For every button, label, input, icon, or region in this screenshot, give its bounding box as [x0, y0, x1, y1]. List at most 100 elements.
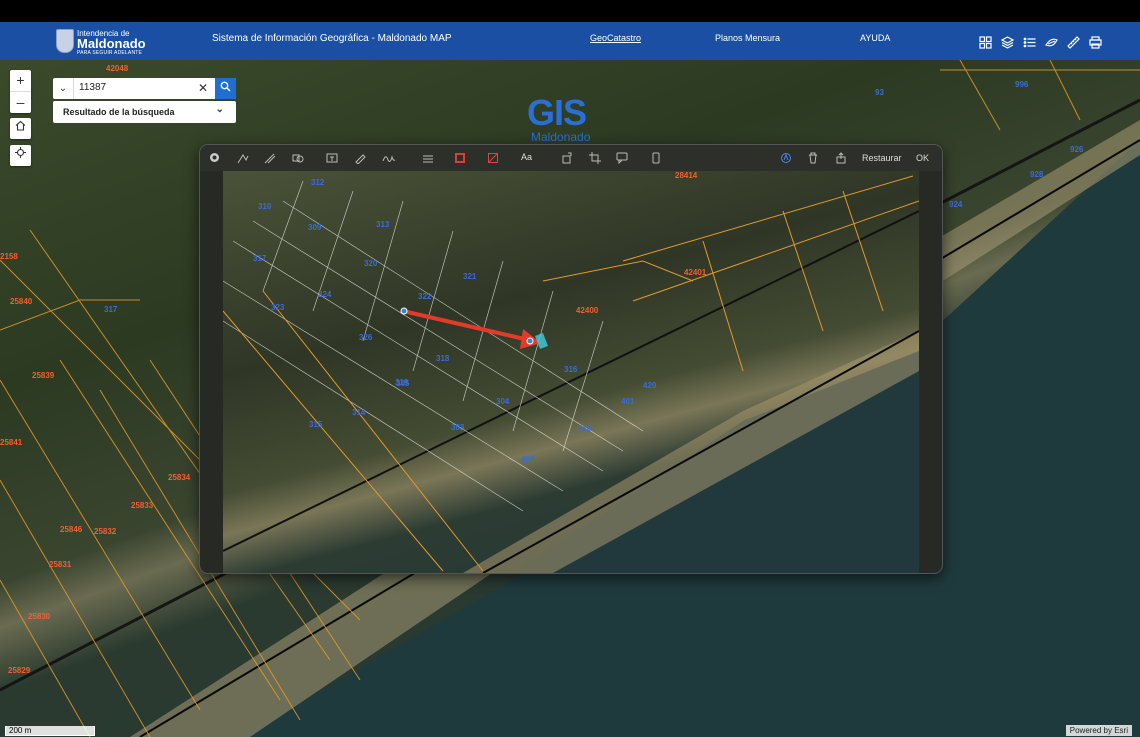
logo-line-2: Maldonado	[77, 36, 146, 51]
parcel-label: 401	[621, 397, 635, 406]
nav-geocatastro[interactable]: GeoCatastro	[590, 33, 641, 43]
search-input[interactable]: 11387	[79, 82, 106, 93]
search-source-dropdown[interactable]: ⌄	[53, 78, 74, 99]
page-title: Sistema de Información Geográfica - Mald…	[212, 33, 452, 44]
search-box: ⌄ 11387 ✕	[53, 78, 236, 99]
parcel-label: 42400	[576, 306, 599, 315]
app-header: Intendencia de Maldonado PARA SEGUIR ADE…	[0, 22, 1140, 60]
shapes-icon[interactable]	[292, 152, 305, 164]
locate-icon	[15, 147, 26, 158]
maldonado-logo[interactable]: Intendencia de Maldonado PARA SEGUIR ADE…	[56, 27, 146, 57]
parcel-label: 322	[418, 292, 432, 301]
parcel-label: 313	[376, 220, 390, 229]
captured-map-image: 42401 42400 28414 312 310 309 313 317 32…	[223, 171, 919, 573]
list-icon[interactable]	[1023, 36, 1038, 49]
logo-line-3: PARA SEGUIR ADELANTE	[77, 50, 143, 56]
locate-button[interactable]	[10, 145, 31, 166]
parcel-label: 420	[643, 381, 657, 390]
parcel-label: 310	[258, 202, 272, 211]
parcel-label: 928	[1030, 170, 1044, 179]
parcel-label: 924	[949, 200, 963, 209]
parcel-label: 25840	[10, 297, 33, 306]
trash-icon[interactable]	[807, 152, 820, 164]
markup-toolbar: Aa Restaurar OK	[200, 145, 942, 171]
draw-icon[interactable]	[264, 152, 277, 164]
search-results-dropdown[interactable]: Resultado de la búsqueda ⌄	[53, 101, 236, 123]
layers-icon[interactable]	[1000, 36, 1016, 49]
parcel-label: 42401	[684, 268, 707, 277]
parcel-label: 303	[451, 423, 465, 432]
parcel-label: 25832	[94, 527, 117, 536]
measure-icon[interactable]	[1067, 36, 1082, 49]
parcel-label: 93	[875, 88, 884, 97]
results-label: Resultado de la búsqueda	[63, 107, 175, 117]
parcel-label: 410	[578, 424, 592, 433]
parcel-label: 317	[253, 254, 267, 263]
zoom-control: + –	[10, 70, 31, 113]
nav-ayuda[interactable]: AYUDA	[860, 33, 890, 43]
clear-icon[interactable]: ✕	[198, 81, 208, 95]
parcel-label: 402	[521, 455, 535, 464]
parcel-label: 309	[308, 223, 322, 232]
parcel-label: 314	[352, 408, 366, 417]
gis-maldonado-watermark: GIS Maldonado	[527, 92, 591, 144]
parcel-label: 324	[318, 290, 332, 299]
grid-icon[interactable]	[979, 36, 994, 49]
text-box-icon[interactable]	[326, 152, 339, 164]
parcel-label: 304	[496, 397, 510, 406]
ok-button[interactable]: OK	[916, 153, 929, 163]
restore-button[interactable]: Restaurar	[862, 153, 902, 163]
zoom-out-button[interactable]: –	[10, 92, 31, 113]
parcel-label: 926	[1070, 145, 1084, 154]
parcel-label: 25839	[32, 371, 55, 380]
pin-icon[interactable]	[1045, 36, 1060, 49]
crop-icon[interactable]	[589, 152, 602, 164]
parcel-label: 25833	[131, 501, 154, 510]
parcel-label: 320	[364, 259, 378, 268]
parcel-label: 996	[1015, 80, 1029, 89]
parcel-label: 317	[104, 305, 118, 314]
share-icon[interactable]	[835, 152, 848, 164]
parcel-label: 42048	[106, 64, 129, 73]
comment-icon[interactable]	[616, 152, 629, 165]
markup-toggle-icon[interactable]	[780, 152, 793, 164]
top-black-bar	[0, 0, 1140, 22]
border-color-icon[interactable]	[454, 152, 467, 164]
parcel-label: 25831	[49, 560, 72, 569]
parcel-label: 28414	[675, 171, 698, 180]
attribution[interactable]: Powered by Esri	[1065, 725, 1132, 736]
parcel-label: 305	[396, 379, 410, 388]
parcel-label: 315	[309, 420, 323, 429]
parcel-label: 321	[463, 272, 477, 281]
header-toolbar	[979, 36, 1104, 49]
parcel-label: 312	[311, 178, 325, 187]
crest-icon	[56, 29, 74, 53]
print-icon[interactable]	[1089, 36, 1104, 49]
page-icon[interactable]	[650, 152, 663, 164]
search-button[interactable]	[215, 78, 236, 99]
chevron-down-icon: ⌄	[215, 104, 224, 115]
text-style-icon[interactable]: Aa	[521, 152, 541, 164]
sketch-icon[interactable]	[237, 152, 250, 164]
home-button[interactable]	[10, 118, 31, 139]
parcel-label: 25829	[8, 666, 31, 675]
search-icon	[220, 81, 231, 92]
rotate-icon[interactable]	[561, 152, 574, 164]
line-style-icon[interactable]	[422, 152, 435, 164]
parcel-label: 25834	[168, 473, 191, 482]
parcel-label: 326	[359, 333, 373, 342]
parcel-label: 323	[271, 303, 285, 312]
parcel-label: 25846	[60, 525, 83, 534]
parcel-label: 25830	[28, 612, 51, 621]
parcel-label: 2158	[0, 252, 18, 261]
scale-bar: 200 m	[5, 726, 95, 736]
parcel-label: 25841	[0, 438, 23, 447]
fill-color-icon[interactable]	[487, 152, 500, 164]
parcel-label: 316	[564, 365, 578, 374]
zoom-in-button[interactable]: +	[10, 70, 31, 92]
record-icon[interactable]	[209, 152, 222, 164]
signature-icon[interactable]	[382, 152, 396, 164]
nav-planos-mensura[interactable]: Planos Mensura	[715, 33, 780, 43]
parcel-label: 318	[436, 354, 450, 363]
highlight-icon[interactable]	[354, 152, 367, 165]
